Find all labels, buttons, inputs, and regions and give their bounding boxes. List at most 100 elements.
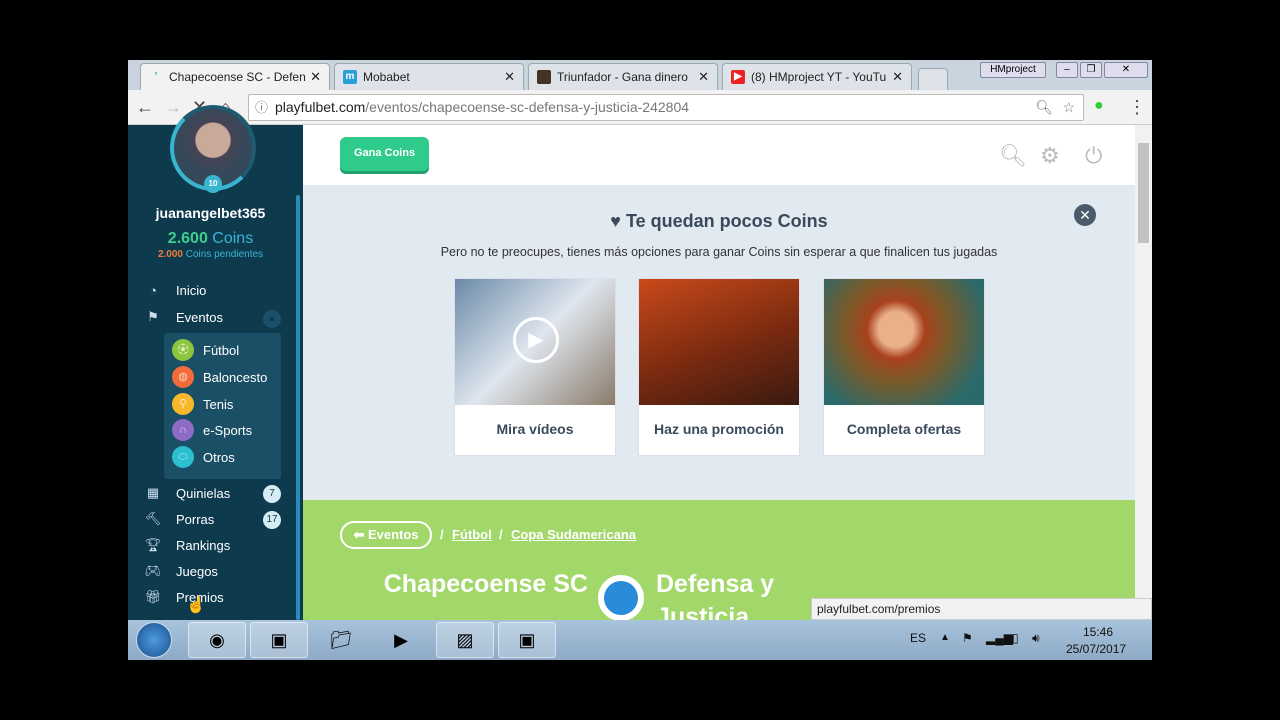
promo-title: ♥ Te quedan pocos Coins (303, 211, 1135, 232)
porras-count-badge: 17 (263, 511, 281, 529)
rugby-ball-icon: ⬭ (172, 446, 194, 468)
video-thumbnail: ▶ (455, 279, 615, 405)
sidebar-item-juegos[interactable]: 🎮︎ Juegos (144, 563, 218, 579)
home-team: Chapecoense SC (383, 570, 588, 598)
bookmark-star-icon[interactable]: ☆ (1062, 95, 1075, 120)
tab-youtube[interactable]: ▶ (8) HMproject YT - YouTu ✕ (722, 63, 912, 90)
loading-icon: ' (154, 71, 158, 82)
tab-mobabet[interactable]: m Mobabet ✕ (334, 63, 524, 90)
trophy-icon: 🏆︎ (144, 537, 162, 552)
new-tab-button[interactable] (918, 68, 948, 90)
coins-balance: 2.600 Coins (128, 230, 293, 248)
forward-icon[interactable]: → (164, 97, 182, 118)
gamepad-icon: 🎮︎ (144, 563, 162, 578)
pending-value: 2.000 (157, 249, 183, 260)
close-window-button[interactable]: ✕ (1104, 62, 1148, 78)
sidebar-item-baloncesto[interactable]: ◍ Baloncesto (172, 366, 267, 388)
breadcrumb-copa-sudamericana[interactable]: Copa Sudamericana (511, 527, 636, 542)
sidebar-item-futbol[interactable]: ⚽︎ Fútbol (172, 339, 239, 361)
sidebar-item-tenis[interactable]: ⚲ Tenis (172, 393, 233, 415)
tab-chapecoense[interactable]: ' Chapecoense SC - Defen ✕ (140, 63, 330, 90)
extension-icon[interactable]: ● (1094, 97, 1104, 115)
card-mira-videos[interactable]: ▶ Mira vídeos (454, 278, 616, 456)
soccer-ball-icon: ⚽︎ (172, 339, 194, 361)
sidebar-item-otros[interactable]: ⬭ Otros (172, 446, 235, 468)
card-label: Haz una promoción (654, 421, 784, 437)
hand-cursor-icon: ☝ (186, 597, 206, 614)
sport-label: e-Sports (203, 422, 253, 438)
language-indicator[interactable]: ES (910, 631, 926, 645)
power-tray-icon[interactable]: ▯ (1012, 631, 1019, 645)
clock-time[interactable]: 15:46 (1083, 625, 1113, 639)
address-bar-area: ← → ✕ ⌂ ⓘplayfulbet.com/eventos/chapecoe… (128, 90, 1152, 125)
quinielas-count-badge: 7 (263, 485, 281, 503)
search-icon[interactable]: 🔍︎ (999, 143, 1027, 169)
sidebar-scrollbar[interactable] (296, 195, 300, 620)
photo-viewer-taskbar-icon[interactable]: ▨ (436, 622, 494, 658)
headset-icon: ∩ (172, 419, 194, 441)
tennis-icon: ⚲ (172, 393, 194, 415)
pending-coins: 2.000 Coins pendientes (128, 249, 293, 260)
media-player-taskbar-icon[interactable]: ▶ (372, 622, 430, 658)
promo-subtitle: Pero no te preocupes, tienes más opcione… (440, 245, 998, 259)
tab-title: Chapecoense SC - Defen (169, 70, 306, 84)
tab-title: (8) HMproject YT - YouTu (751, 70, 887, 84)
close-tab-icon[interactable]: ✕ (504, 69, 515, 85)
sidebar-item-porras[interactable]: 🔨︎ Porras (144, 511, 215, 527)
recorder-taskbar-icon[interactable]: ▣ (498, 622, 556, 658)
clock-date[interactable]: 25/07/2017 (1066, 642, 1126, 656)
show-hidden-icons[interactable]: ▲ (940, 632, 950, 643)
triunfador-favicon-icon (537, 70, 551, 84)
play-icon: ▶ (513, 317, 559, 363)
sport-label: Fútbol (203, 342, 240, 358)
sidebar-item-eventos[interactable]: ⚑ Eventos (144, 309, 223, 325)
url-input[interactable]: ⓘ playfulbet.com/eventos/chapecoense-sc-d… (248, 94, 1084, 121)
sport-label: Baloncesto (203, 369, 268, 385)
close-tab-icon[interactable]: ✕ (310, 69, 321, 85)
collapse-chevron-icon[interactable]: ▲ (263, 310, 281, 328)
sidebar-item-premios[interactable]: 🎁︎ Premios (144, 589, 224, 605)
sidebar-item-inicio[interactable]: ◔ Inicio (144, 283, 206, 298)
start-button[interactable] (136, 622, 172, 658)
network-icon[interactable]: ▂▄▆ (986, 631, 1013, 645)
chrome-taskbar-icon[interactable]: ◉ (188, 622, 246, 658)
coins-label: Coins (212, 230, 254, 247)
basketball-icon: ◍ (172, 366, 194, 388)
scrollbar-thumb[interactable] (1138, 143, 1149, 243)
level-badge: 10 (204, 175, 222, 193)
url-path: /eventos/chapecoense-sc-defensa-y-justic… (365, 99, 690, 115)
camtasia-taskbar-icon[interactable]: ▣ (250, 622, 308, 658)
card-label: Mira vídeos (496, 421, 574, 437)
power-icon[interactable]: ⏻ (1085, 143, 1102, 169)
back-label: Eventos (367, 527, 419, 542)
sidebar-item-rankings[interactable]: 🏆︎ Rankings (144, 537, 230, 553)
volume-icon[interactable]: 🔊︎ (1032, 631, 1040, 646)
restore-button[interactable]: ❐ (1080, 62, 1102, 78)
close-tab-icon[interactable]: ✕ (698, 69, 709, 85)
sidebar-item-quinielas[interactable]: ▦ Quinielas (144, 485, 230, 501)
table-icon: ▦ (146, 485, 160, 500)
action-center-icon[interactable]: ⚑ (962, 631, 973, 645)
close-tab-icon[interactable]: ✕ (892, 69, 903, 85)
minimize-button[interactable]: – (1056, 62, 1078, 78)
menu-label: Juegos (176, 563, 218, 579)
youtube-favicon-icon: ▶ (731, 70, 745, 84)
url-domain: playfulbet.com (275, 99, 366, 115)
tab-triunfador[interactable]: Triunfador - Gana dinero ✕ (528, 63, 718, 90)
breadcrumb-futbol[interactable]: Fútbol (452, 527, 492, 542)
sidebar-item-esports[interactable]: ∩ e-Sports (172, 419, 252, 441)
menu-icon[interactable]: ⋮ (1128, 97, 1146, 118)
gana-coins-button[interactable]: Gana Coins (340, 137, 429, 171)
gear-icon[interactable]: ⚙ (1040, 143, 1060, 169)
card-completa-ofertas[interactable]: Completa ofertas (823, 278, 985, 456)
explorer-taskbar-icon[interactable]: 📁︎ (312, 622, 370, 658)
page-scrollbar[interactable] (1135, 125, 1152, 620)
info-icon: ⓘ (255, 100, 269, 115)
zoom-icon[interactable]: 🔍︎ (1035, 95, 1053, 120)
tab-strip: ' Chapecoense SC - Defen ✕ m Mobabet ✕ Triun… (128, 60, 1152, 90)
back-icon[interactable]: ← (136, 97, 154, 118)
card-haz-promocion[interactable]: Haz una promoción (638, 278, 800, 456)
back-to-eventos-button[interactable]: ⬅ Eventos (340, 521, 432, 549)
profile-button[interactable]: HMproject (980, 62, 1046, 78)
close-icon[interactable]: ✕ (1074, 204, 1096, 226)
